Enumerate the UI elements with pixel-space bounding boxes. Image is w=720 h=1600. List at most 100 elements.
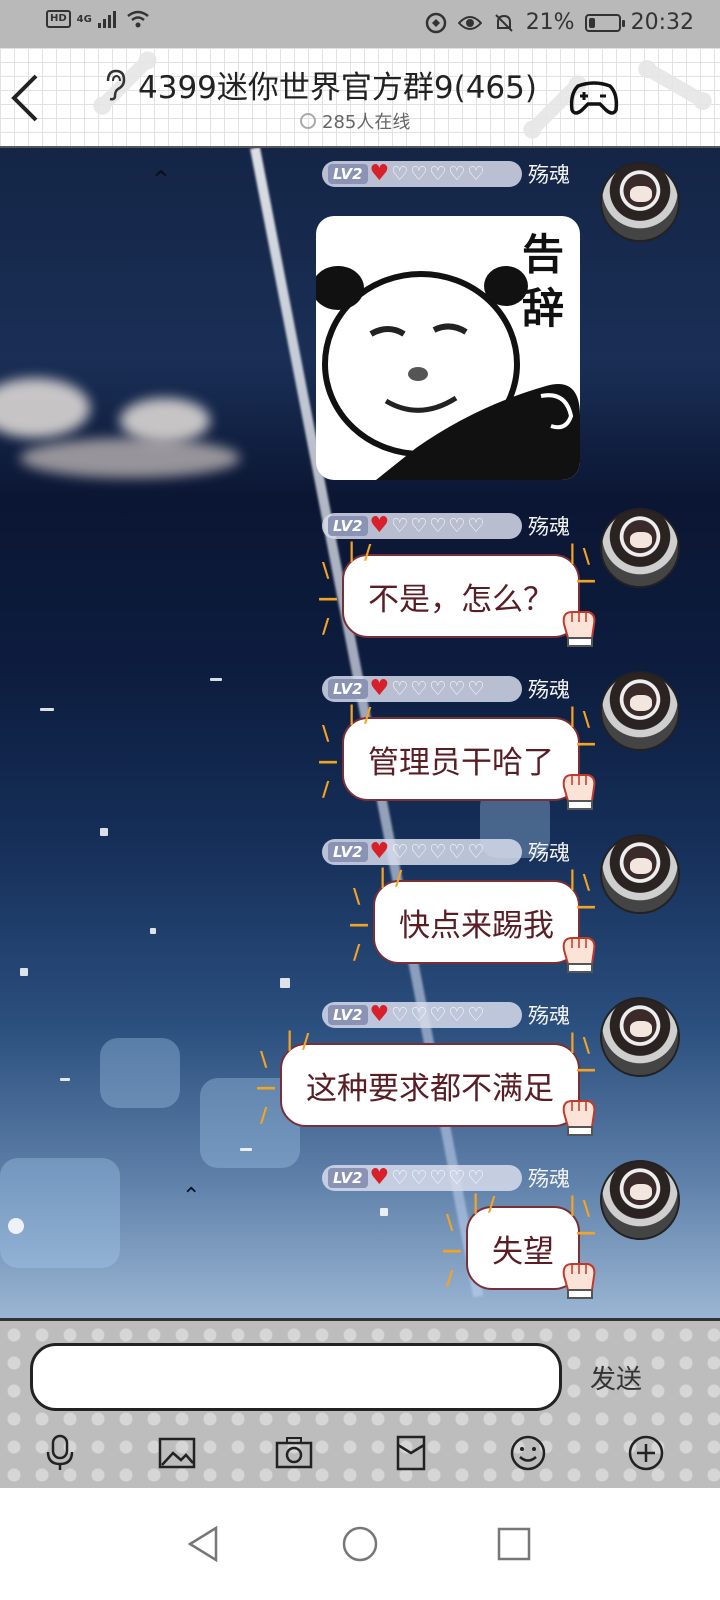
heart-empty-icon: ♡ bbox=[429, 1004, 447, 1026]
sender-nickname: 殇魂 bbox=[528, 678, 570, 702]
heart-empty-icon: ♡ bbox=[391, 1004, 409, 1026]
background-spark bbox=[20, 968, 28, 976]
nav-home-icon[interactable] bbox=[340, 1524, 380, 1564]
burst-decoration: / bbox=[322, 777, 330, 801]
level-badge: LV2 ♥ ♡ ♡ ♡ ♡ ♡ bbox=[322, 161, 522, 187]
back-chevron-icon[interactable] bbox=[6, 70, 46, 126]
level-label: LV2 bbox=[328, 516, 368, 536]
signal-icon bbox=[97, 11, 116, 28]
burst-decoration: — bbox=[576, 894, 596, 918]
heart-empty-icon: ♡ bbox=[429, 841, 447, 863]
heart-empty-icon: ♡ bbox=[448, 163, 466, 185]
background-spark bbox=[280, 978, 290, 988]
sender-nickname: 殇魂 bbox=[528, 1004, 570, 1028]
background-cloud bbox=[20, 438, 240, 478]
heart-empty-icon: ♡ bbox=[410, 1167, 428, 1189]
level-badge: LV2 ♥ ♡ ♡ ♡ ♡ ♡ bbox=[322, 676, 522, 702]
battery-percent: 21% bbox=[525, 10, 575, 35]
heart-empty-icon: ♡ bbox=[429, 678, 447, 700]
heart-empty-icon: ♡ bbox=[410, 515, 428, 537]
level-label: LV2 bbox=[328, 679, 368, 699]
sender-nickname: 殇魂 bbox=[528, 841, 570, 865]
heart-empty-icon: ♡ bbox=[391, 841, 409, 863]
background-spark bbox=[60, 1078, 70, 1081]
chat-area[interactable]: ⌃ ⌃ LV2 ♥ ♡ ♡ ♡ ♡ ♡ 殇魂 告辞 LV2 ♥ ♡ ♡ ♡ ♡ … bbox=[0, 148, 720, 1318]
burst-decoration: \ bbox=[322, 558, 330, 582]
burst-decoration: \ bbox=[353, 884, 361, 908]
background-spark bbox=[40, 708, 54, 711]
heart-empty-icon: ♡ bbox=[391, 163, 409, 185]
burst-decoration: / bbox=[302, 1029, 310, 1053]
burst-decoration: — bbox=[318, 586, 338, 610]
message-input[interactable] bbox=[33, 1346, 559, 1408]
heart-empty-icon: ♡ bbox=[448, 841, 466, 863]
system-nav-bar bbox=[0, 1488, 720, 1600]
nav-back-icon[interactable] bbox=[184, 1524, 224, 1564]
battery-icon bbox=[584, 13, 625, 32]
chat-bubble[interactable]: 快点来踢我 \ — / | / | \ — bbox=[349, 866, 596, 973]
heart-empty-icon: ♡ bbox=[467, 163, 485, 185]
network-type: 4G bbox=[76, 13, 92, 25]
battery-fill bbox=[588, 17, 595, 28]
sticker-caption: 告辞 bbox=[521, 230, 564, 333]
background-spark bbox=[150, 928, 156, 934]
burst-decoration: / bbox=[364, 540, 372, 564]
avatar[interactable] bbox=[600, 997, 680, 1077]
chat-bubble[interactable]: 失望 \ — / | / | \ — bbox=[442, 1192, 596, 1299]
nav-recents-icon[interactable] bbox=[494, 1524, 534, 1564]
heart-empty-icon: ♡ bbox=[467, 678, 485, 700]
background-cloud bbox=[120, 398, 210, 443]
heart-empty-icon: ♡ bbox=[410, 1004, 428, 1026]
background-spark bbox=[380, 1208, 388, 1216]
microphone-icon[interactable] bbox=[40, 1433, 80, 1473]
level-badge: LV2 ♥ ♡ ♡ ♡ ♡ ♡ bbox=[322, 1165, 522, 1191]
send-button[interactable]: 发送 bbox=[590, 1359, 642, 1396]
online-count: 285人在线 bbox=[322, 112, 411, 133]
avatar[interactable] bbox=[600, 1160, 680, 1240]
burst-decoration: | bbox=[286, 1027, 294, 1051]
image-icon[interactable] bbox=[157, 1433, 197, 1473]
chat-bubble[interactable]: 这种要求都不满足 \ — / | / | \ — bbox=[256, 1029, 596, 1136]
avatar[interactable] bbox=[600, 162, 680, 242]
fist-icon bbox=[562, 1263, 596, 1299]
burst-decoration: / bbox=[488, 1192, 496, 1216]
heart-full-icon: ♥ bbox=[369, 161, 390, 186]
burst-decoration: | bbox=[348, 538, 356, 562]
burst-decoration: \ bbox=[260, 1047, 268, 1071]
message-text: 不是，怎么？ bbox=[368, 581, 554, 618]
red-packet-icon[interactable] bbox=[391, 1433, 431, 1473]
avatar[interactable] bbox=[600, 508, 680, 588]
background-spark bbox=[8, 1218, 24, 1234]
burst-decoration: | bbox=[568, 1029, 576, 1053]
burst-decoration: \ bbox=[582, 544, 590, 568]
burst-decoration: — bbox=[442, 1238, 462, 1262]
heart-empty-icon: ♡ bbox=[467, 515, 485, 537]
emoji-icon[interactable] bbox=[508, 1433, 548, 1473]
background-spark bbox=[210, 678, 222, 681]
heart-empty-icon: ♡ bbox=[410, 678, 428, 700]
background-bokeh bbox=[100, 1038, 180, 1108]
sticker-image[interactable]: 告辞 bbox=[316, 216, 580, 480]
chat-bubble[interactable]: 管理员干哈了 \ — / | / | \ — bbox=[318, 703, 596, 810]
burst-decoration: / bbox=[260, 1103, 268, 1127]
status-bar: HD 4G 21% 20:32 bbox=[0, 0, 720, 48]
chat-bubble[interactable]: 不是，怎么？ \ — / | / | \ — bbox=[318, 540, 596, 647]
burst-decoration: \ bbox=[582, 1033, 590, 1057]
level-badge: LV2 ♥ ♡ ♡ ♡ ♡ ♡ bbox=[322, 513, 522, 539]
gamepad-icon[interactable] bbox=[568, 76, 620, 120]
background-cloud bbox=[0, 378, 90, 438]
plus-icon[interactable] bbox=[626, 1433, 666, 1473]
message-input-box[interactable] bbox=[30, 1343, 562, 1411]
avatar[interactable] bbox=[600, 834, 680, 914]
online-icon bbox=[300, 113, 316, 129]
fist-icon bbox=[562, 937, 596, 973]
mute-bell-icon bbox=[492, 11, 516, 35]
burst-decoration: / bbox=[395, 866, 403, 890]
heart-empty-icon: ♡ bbox=[448, 1004, 466, 1026]
burst-decoration: \ bbox=[582, 870, 590, 894]
heart-empty-icon: ♡ bbox=[410, 841, 428, 863]
avatar[interactable] bbox=[600, 671, 680, 751]
burst-decoration: | bbox=[568, 1192, 576, 1216]
camera-icon[interactable] bbox=[274, 1433, 314, 1473]
burst-decoration: \ bbox=[582, 1196, 590, 1220]
